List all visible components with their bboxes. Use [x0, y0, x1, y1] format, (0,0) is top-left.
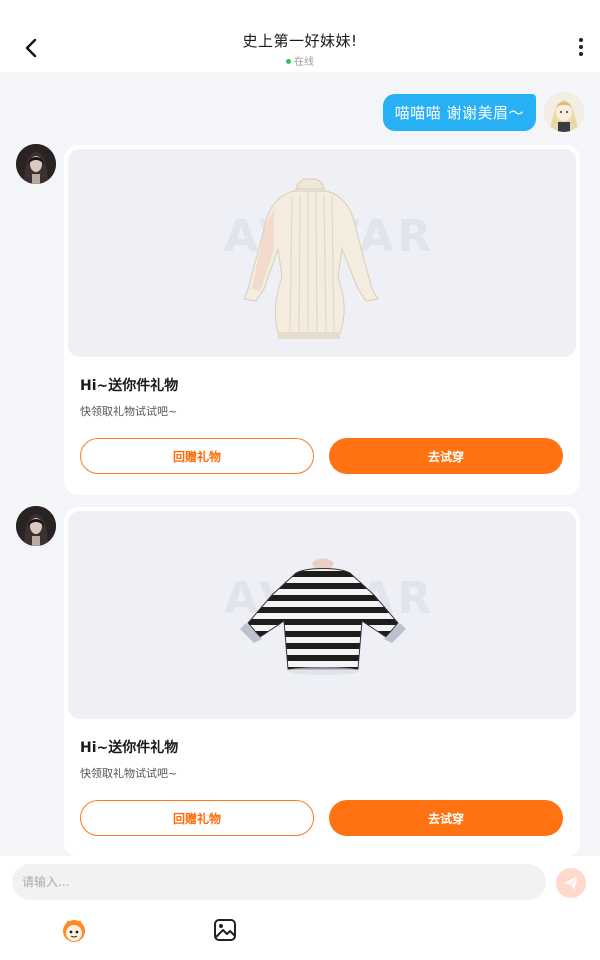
message-input-bar: [0, 856, 600, 960]
online-status-label: 在线: [294, 57, 314, 68]
gift-image[interactable]: AVATAR: [68, 511, 576, 719]
chat-title: 史上第一好妹妹!: [242, 32, 358, 50]
send-icon: [564, 875, 579, 890]
chat-title-block: 史上第一好妹妹! 在线: [0, 30, 600, 68]
sweater-dress-image: [243, 178, 379, 339]
gift-subtitle: 快领取礼物试试吧~: [80, 767, 178, 780]
chat-header: 史上第一好妹妹! 在线: [0, 0, 600, 72]
outgoing-message: 喵喵喵 谢谢美眉～: [382, 94, 536, 131]
gift-card: AVATAR Hi~送你件礼物 快领取礼物试试吧~ 回赠礼物 去试穿: [64, 145, 580, 495]
gift-title: Hi~送你件礼物: [80, 740, 179, 756]
try-on-button[interactable]: 去试穿: [329, 800, 563, 836]
return-gift-button[interactable]: 回赠礼物: [80, 438, 314, 474]
more-options-icon[interactable]: [576, 36, 586, 60]
my-avatar[interactable]: [544, 92, 584, 132]
gift-subtitle: 快领取礼物试试吧~: [80, 405, 178, 418]
outgoing-message-text: 喵喵喵 谢谢美眉～: [382, 94, 536, 131]
online-dot-icon: [286, 59, 291, 64]
sender-avatar[interactable]: [16, 506, 56, 546]
gift-card: AVATAR Hi~送你件礼物 快领取礼物试试吧~ 回赠礼物 去试穿: [64, 507, 580, 857]
gift-title: Hi~送你件礼物: [80, 378, 179, 394]
online-status: 在线: [0, 53, 600, 68]
try-on-button[interactable]: 去试穿: [329, 438, 563, 474]
gift-image[interactable]: AVATAR: [68, 149, 576, 357]
return-gift-button[interactable]: 回赠礼物: [80, 800, 314, 836]
emoji-sticker-icon[interactable]: [60, 916, 88, 944]
send-button[interactable]: [556, 868, 586, 898]
message-input[interactable]: [12, 864, 546, 900]
image-picker-icon[interactable]: [211, 916, 239, 944]
striped-sweater-image: [240, 558, 406, 675]
sender-avatar[interactable]: [16, 144, 56, 184]
